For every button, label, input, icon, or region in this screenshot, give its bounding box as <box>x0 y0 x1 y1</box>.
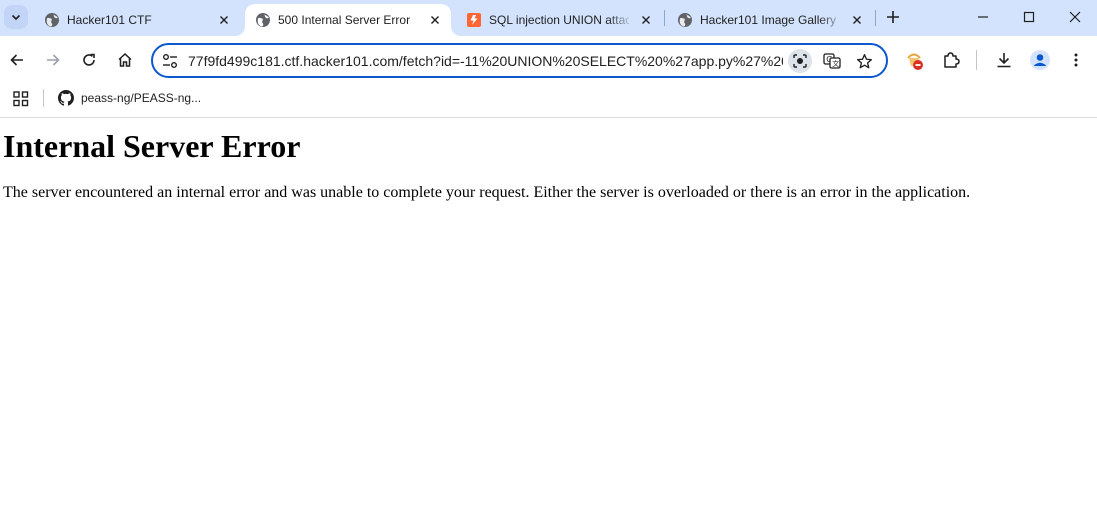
bookmark-label: peass-ng/PEASS-ng... <box>81 91 202 105</box>
downloads-button[interactable] <box>992 48 1016 72</box>
avatar-icon <box>1030 50 1050 70</box>
close-icon <box>642 16 650 24</box>
error-heading: Internal Server Error <box>3 128 301 164</box>
arrow-right-icon <box>47 54 60 66</box>
github-icon <box>58 90 74 106</box>
back-button[interactable] <box>5 48 29 72</box>
reload-button[interactable] <box>77 48 101 72</box>
tab-title-fade <box>819 4 845 36</box>
home-button[interactable] <box>113 48 137 72</box>
lens-icon <box>793 54 807 68</box>
minimize-button[interactable] <box>960 0 1006 34</box>
more-vertical-icon <box>1074 53 1078 67</box>
bookmarks-bar: peass-ng/PEASS-ng... <box>0 84 1097 118</box>
bookmark-star-button[interactable] <box>854 51 874 71</box>
toolbar-separator <box>976 50 977 70</box>
reload-icon <box>83 53 95 66</box>
extensions-menu-button[interactable] <box>939 48 963 72</box>
tab-separator <box>664 10 665 26</box>
chrome-menu-button[interactable] <box>1064 48 1088 72</box>
address-bar[interactable]: 77f9fd499c181.ctf.hacker101.com/fetch?id… <box>151 43 888 78</box>
puzzle-icon <box>944 52 960 68</box>
close-icon <box>1069 11 1080 23</box>
tab-500-internal-server-error[interactable]: 500 Internal Server Error <box>235 4 461 36</box>
profile-button[interactable] <box>1028 48 1052 72</box>
arrow-left-icon <box>10 54 23 66</box>
url-text[interactable]: 77f9fd499c181.ctf.hacker101.com/fetch?id… <box>188 52 783 70</box>
svg-text:文: 文 <box>832 59 839 68</box>
forward-button[interactable] <box>41 48 65 72</box>
tab-close-button[interactable] <box>427 12 443 28</box>
globe-icon <box>678 13 692 27</box>
home-icon <box>118 52 132 67</box>
minimize-icon <box>978 16 988 18</box>
close-icon <box>431 16 439 24</box>
close-icon <box>220 16 228 24</box>
tab-hacker101-image-gallery[interactable]: Hacker101 Image Gallery - <box>667 4 873 36</box>
page-content: Internal Server Error The server encount… <box>0 118 1097 531</box>
maximize-button[interactable] <box>1006 0 1052 34</box>
globe-icon <box>45 13 59 27</box>
chevron-down-icon <box>11 14 21 21</box>
tab-title: 500 Internal Server Error <box>278 13 411 27</box>
apps-grid-icon[interactable] <box>12 90 30 108</box>
tab-title: Hacker101 CTF <box>67 13 152 27</box>
new-tab-button[interactable] <box>883 7 903 27</box>
extension-button[interactable] <box>902 48 926 72</box>
plus-icon <box>887 11 899 23</box>
tab-title-fade <box>608 4 634 36</box>
star-icon <box>856 53 872 68</box>
tab-separator <box>875 10 876 26</box>
browser-toolbar: 77f9fd499c181.ctf.hacker101.com/fetch?id… <box>0 36 1097 84</box>
tab-close-button[interactable] <box>638 12 654 28</box>
site-info-icon[interactable] <box>161 52 179 70</box>
portswigger-icon <box>467 13 481 27</box>
download-icon <box>997 53 1011 68</box>
tab-strip: Hacker101 CTF 500 Internal Server Error … <box>0 0 1097 36</box>
google-lens-button[interactable] <box>788 49 812 73</box>
translate-icon: G文 <box>823 53 841 69</box>
bookmark-peass-ng[interactable]: peass-ng/PEASS-ng... <box>58 88 201 108</box>
error-message: The server encountered an internal error… <box>3 184 971 201</box>
window-close-button[interactable] <box>1052 0 1097 34</box>
tab-close-button[interactable] <box>849 12 865 28</box>
tab-close-button[interactable] <box>216 12 232 28</box>
bookmarks-separator <box>43 89 44 107</box>
close-icon <box>853 16 861 24</box>
extension-blocked-icon <box>907 53 923 70</box>
tab-hacker101-ctf[interactable]: Hacker101 CTF <box>34 4 240 36</box>
maximize-icon <box>1023 11 1035 23</box>
translate-button[interactable]: G文 <box>822 51 842 71</box>
globe-icon <box>256 13 270 27</box>
tab-search-button[interactable] <box>4 5 28 29</box>
tab-sql-injection-union-attack[interactable]: SQL injection UNION attac <box>456 4 662 36</box>
